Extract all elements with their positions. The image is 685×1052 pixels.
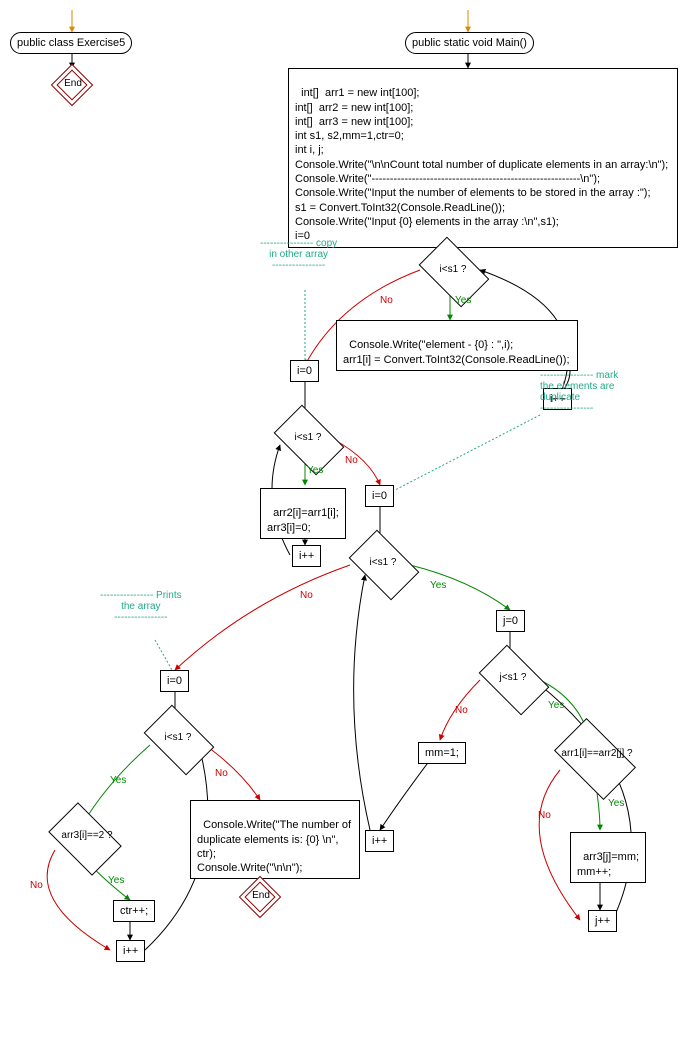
loop1-body-text: Console.Write("element - {0} : ",i); arr… — [343, 339, 570, 365]
loop2-yes: Yes — [307, 465, 323, 476]
j-inc: j++ — [588, 910, 617, 932]
loop3-inc-text: i++ — [372, 835, 387, 847]
i-assign-0-first-text: i=0 — [297, 365, 312, 377]
loop4-condition-diamond — [479, 645, 550, 716]
eq-yes: Yes — [608, 798, 624, 809]
eq2-condition-diamond — [48, 802, 122, 876]
comment-mark: ---------------- mark the elements are d… — [540, 370, 618, 414]
eq-body: arr3[j]=mm; mm++; — [570, 832, 646, 883]
loop5-no: No — [215, 768, 228, 779]
class-label: public class Exercise5 — [17, 37, 125, 49]
init-block-text: int[] arr1 = new int[100]; int[] arr2 = … — [295, 87, 668, 242]
class-declaration: public class Exercise5 — [10, 32, 132, 54]
loop4-yes: Yes — [548, 700, 564, 711]
output-block-text: Console.Write("The number of duplicate e… — [197, 819, 351, 874]
eq-body-text: arr3[j]=mm; mm++; — [577, 851, 639, 877]
i-assign-0-third: i=0 — [160, 670, 189, 692]
i-assign-0-third-text: i=0 — [167, 675, 182, 687]
loop5-yes: Yes — [110, 775, 126, 786]
loop2-body: arr2[i]=arr1[i]; arr3[i]=0; — [260, 488, 346, 539]
j-assign-0-text: j=0 — [503, 615, 518, 627]
main-end-node — [239, 876, 281, 918]
i-assign-0-second-text: i=0 — [372, 490, 387, 502]
eq-no: No — [538, 810, 551, 821]
eq-condition-diamond — [554, 718, 636, 800]
loop2-inc: i++ — [292, 545, 321, 567]
mm-assign-1: mm=1; — [418, 742, 466, 764]
loop5-condition-diamond — [144, 705, 215, 776]
comment-copy: ---------------- copy in other array ---… — [260, 238, 337, 271]
j-inc-text: j++ — [595, 915, 610, 927]
main-method-declaration: public static void Main() — [405, 32, 534, 54]
output-block: Console.Write("The number of duplicate e… — [190, 800, 360, 879]
loop2-no: No — [345, 455, 358, 466]
loop2-inc-text: i++ — [299, 550, 314, 562]
loop3-inc: i++ — [365, 830, 394, 852]
loop1-yes: Yes — [455, 295, 471, 306]
ctr-inc-text: ctr++; — [120, 905, 148, 917]
mm-assign-1-text: mm=1; — [425, 747, 459, 759]
comment-prints: ---------------- Prints the array ------… — [100, 590, 182, 623]
loop2-body-text: arr2[i]=arr1[i]; arr3[i]=0; — [267, 507, 339, 533]
class-end-node — [51, 64, 93, 106]
main-method-label: public static void Main() — [412, 37, 527, 49]
loop5-inc-text: i++ — [123, 945, 138, 957]
i-assign-0-first: i=0 — [290, 360, 319, 382]
loop3-yes: Yes — [430, 580, 446, 591]
i-assign-0-second: i=0 — [365, 485, 394, 507]
eq2-yes: Yes — [108, 875, 124, 886]
eq2-no: No — [30, 880, 43, 891]
loop3-no: No — [300, 590, 313, 601]
loop1-no: No — [380, 295, 393, 306]
j-assign-0: j=0 — [496, 610, 525, 632]
loop1-body: Console.Write("element - {0} : ",i); arr… — [336, 320, 578, 371]
loop5-inc: i++ — [116, 940, 145, 962]
loop4-no: No — [455, 705, 468, 716]
ctr-inc: ctr++; — [113, 900, 155, 922]
init-block: int[] arr1 = new int[100]; int[] arr2 = … — [288, 68, 678, 248]
loop3-condition-diamond — [349, 530, 420, 601]
